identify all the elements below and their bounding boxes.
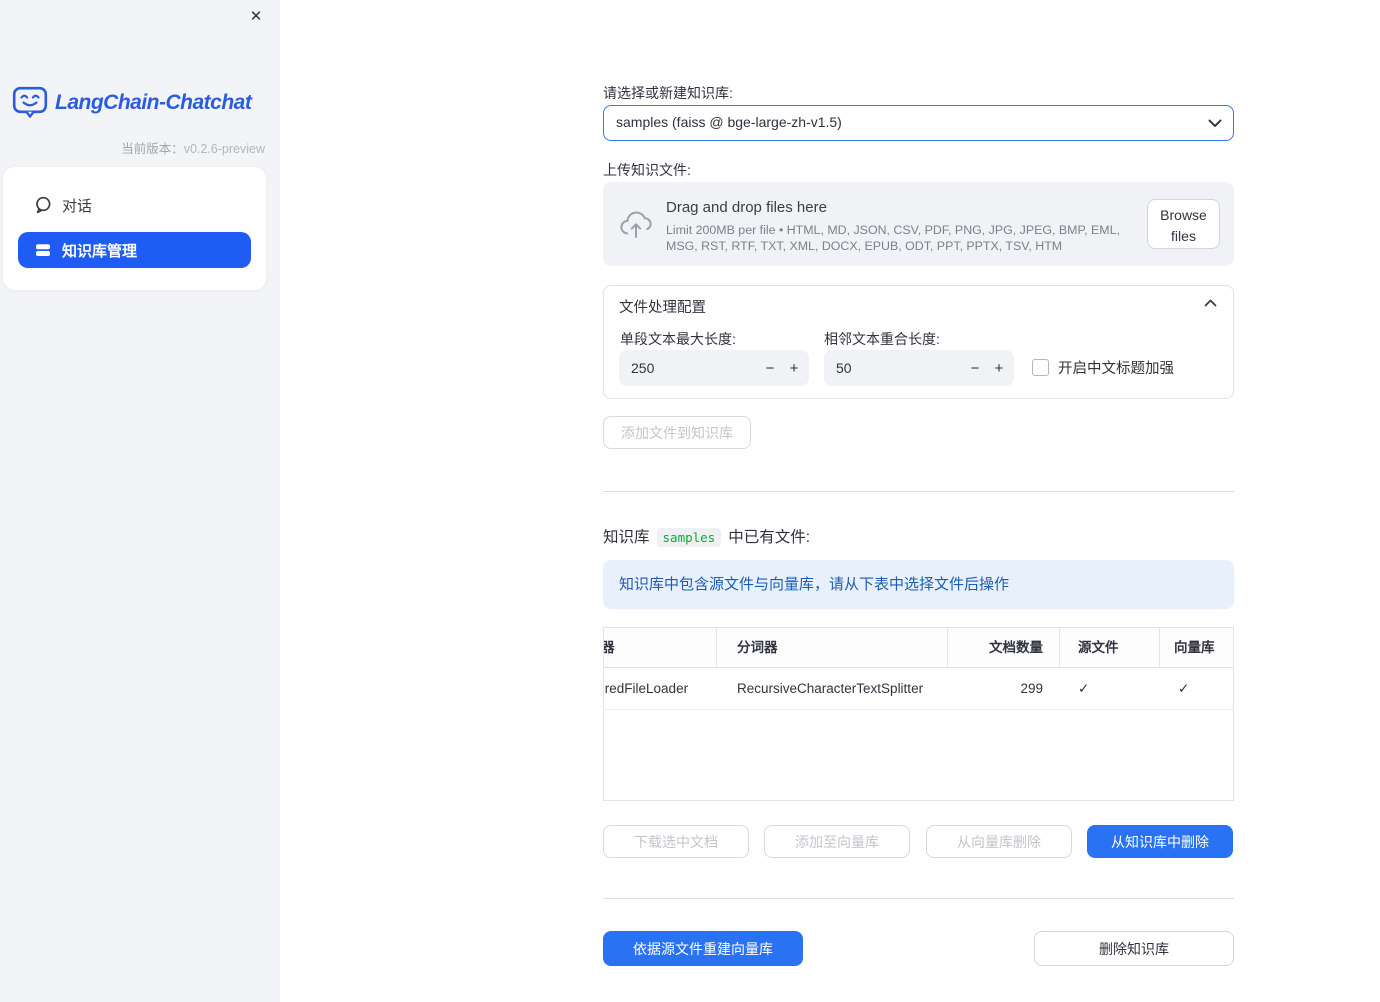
cell-splitter: RecursiveCharacterTextSplitter	[737, 681, 924, 696]
col-header-loader: 文档加载器	[604, 628, 615, 668]
info-banner-text: 知识库中包含源文件与向量库，请从下表中选择文件后操作	[619, 576, 1010, 593]
kb-files-heading: 知识库 samples 中已有文件:	[603, 525, 810, 547]
col-header-doc-count: 文档数量	[989, 640, 1043, 655]
sidebar-item-chat[interactable]: 对话	[18, 187, 251, 223]
sidebar-item-label: 对话	[62, 197, 93, 215]
delete-from-vector-store-button[interactable]: 从向量库删除	[926, 825, 1072, 858]
version-label: 当前版本：	[121, 142, 184, 156]
increment-button[interactable]: +	[986, 350, 1012, 386]
divider	[603, 898, 1234, 899]
zh-title-enhance-option: 开启中文标题加强	[1032, 357, 1174, 378]
max-length-stepper: − +	[619, 350, 809, 386]
divider	[603, 491, 1234, 492]
expander-toggle[interactable]: 文件处理配置	[604, 286, 1233, 322]
overlap-length-label: 相邻文本重合长度:	[824, 331, 940, 347]
kb-files-prefix: 知识库	[603, 529, 650, 546]
version-value: v0.2.6-preview	[183, 142, 265, 156]
check-icon: ✓	[1178, 681, 1190, 696]
chevron-down-icon	[1208, 119, 1222, 128]
kb-files-suffix: 中已有文件:	[728, 529, 811, 546]
delete-from-kb-button[interactable]: 从知识库中删除	[1087, 825, 1233, 858]
kb-selectbox[interactable]: samples (faiss @ bge-large-zh-v1.5)	[603, 105, 1234, 141]
overlap-length-input[interactable]	[824, 350, 954, 386]
langchain-chatchat-logo-icon	[12, 86, 48, 119]
table-row[interactable]: UnstructuredFileLoader RecursiveCharacte…	[604, 668, 1233, 710]
table-header-row: 文档加载器 分词器 文档数量 源文件 向量库	[604, 628, 1233, 668]
close-icon: ✕	[249, 8, 263, 25]
dropzone-title: Drag and drop files here	[666, 199, 827, 216]
col-header-splitter: 分词器	[737, 640, 778, 655]
files-table: 文档加载器 分词器 文档数量 源文件 向量库 UnstructuredFileL…	[603, 627, 1234, 801]
rebuild-vector-store-button[interactable]: 依据源文件重建向量库	[603, 931, 803, 966]
column-separator	[947, 628, 948, 667]
upload-label: 上传知识文件:	[603, 162, 691, 178]
zh-title-enhance-label: 开启中文标题加强	[1058, 361, 1174, 377]
decrement-button[interactable]: −	[962, 350, 988, 386]
kb-selectbox-value: samples (faiss @ bge-large-zh-v1.5)	[616, 114, 842, 130]
column-separator	[1159, 628, 1160, 667]
dropzone-hint: Limit 200MB per file • HTML, MD, JSON, C…	[666, 223, 1120, 253]
kb-select-label: 请选择或新建知识库:	[603, 85, 733, 101]
column-separator	[1059, 628, 1060, 667]
decrement-button[interactable]: −	[757, 350, 783, 386]
cell-loader: UnstructuredFileLoader	[604, 681, 689, 696]
max-length-label: 单段文本最大长度:	[620, 331, 736, 347]
kb-name-code: samples	[656, 528, 722, 547]
cell-doc-count: 299	[1020, 681, 1043, 696]
sidebar: ✕ LangChain-Chatchat 当前版本：v0.2.6-preview	[0, 0, 280, 1002]
info-banner: 知识库中包含源文件与向量库，请从下表中选择文件后操作	[603, 560, 1234, 609]
col-header-vector-store: 向量库	[1174, 640, 1215, 655]
col-header-source-file: 源文件	[1078, 640, 1119, 655]
sidebar-item-knowledge-base[interactable]: 知识库管理	[18, 232, 251, 268]
check-icon: ✓	[1078, 681, 1090, 696]
column-separator	[716, 628, 717, 667]
stack-icon	[34, 241, 52, 259]
add-files-to-kb-button[interactable]: 添加文件到知识库	[603, 416, 751, 449]
version-info: 当前版本：v0.2.6-preview	[121, 138, 265, 157]
download-selected-button[interactable]: 下载选中文档	[603, 825, 749, 858]
chevron-up-icon	[1204, 299, 1217, 307]
increment-button[interactable]: +	[781, 350, 807, 386]
file-actions: 下载选中文档 添加至向量库 从向量库删除 从知识库中删除	[603, 825, 1234, 858]
add-to-vector-store-button[interactable]: 添加至向量库	[764, 825, 910, 858]
sidebar-menu: 对话 知识库管理	[3, 167, 266, 290]
max-length-input[interactable]	[619, 350, 749, 386]
brand-title: LangChain-Chatchat	[55, 90, 252, 114]
file-dropzone[interactable]: Drag and drop files here Limit 200MB per…	[603, 182, 1234, 266]
expander-title: 文件处理配置	[619, 300, 706, 316]
close-sidebar-button[interactable]: ✕	[246, 7, 266, 27]
chat-bubble-icon	[34, 196, 52, 214]
delete-kb-button[interactable]: 删除知识库	[1034, 931, 1234, 966]
zh-title-enhance-checkbox[interactable]	[1032, 359, 1049, 376]
cloud-upload-icon	[619, 210, 653, 239]
sidebar-item-label: 知识库管理	[62, 242, 138, 260]
page: ✕ LangChain-Chatchat 当前版本：v0.2.6-preview	[0, 0, 1380, 1002]
brand: LangChain-Chatchat	[12, 86, 252, 119]
main-content: 请选择或新建知识库: samples (faiss @ bge-large-zh…	[603, 0, 1234, 1002]
browse-files-button[interactable]: Browse files	[1147, 199, 1220, 249]
file-config-expander: 文件处理配置 单段文本最大长度: 相邻文本重合长度: − + − + 开启中文标…	[603, 285, 1234, 399]
overlap-length-stepper: − +	[824, 350, 1014, 386]
